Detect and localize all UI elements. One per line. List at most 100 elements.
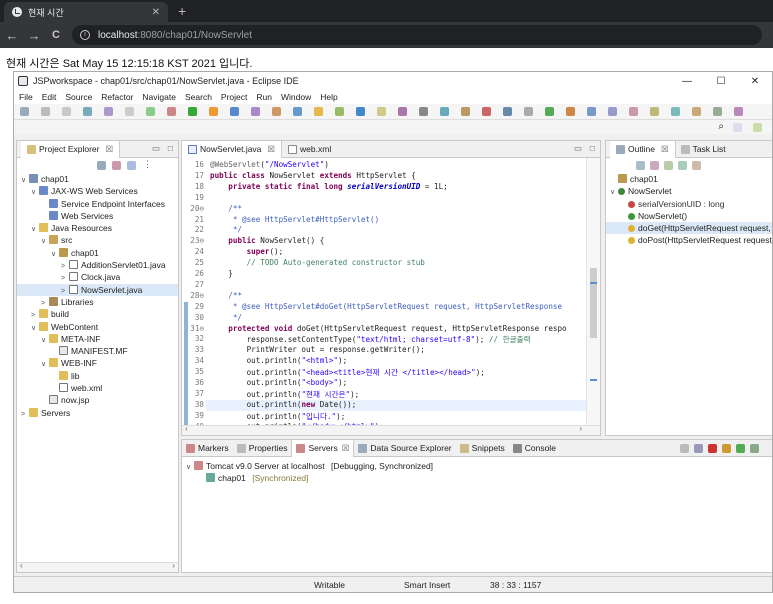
toolbar-icon[interactable]: [62, 107, 71, 116]
tree-item[interactable]: > build: [17, 308, 178, 320]
menu-project[interactable]: Project: [221, 92, 247, 102]
java-perspective-icon[interactable]: [753, 123, 762, 132]
menu-source[interactable]: Source: [65, 92, 92, 102]
server-action-icon[interactable]: [708, 444, 717, 453]
code-line[interactable]: /**: [210, 291, 242, 300]
tree-item[interactable]: web.xml: [17, 382, 178, 394]
toolbar-icon[interactable]: [104, 107, 113, 116]
code-line[interactable]: public NowServlet() {: [210, 236, 324, 245]
tab-snippets[interactable]: Snippets: [456, 440, 509, 457]
toolbar-icon[interactable]: [41, 107, 50, 116]
menu-run[interactable]: Run: [256, 92, 272, 102]
toolbar-icon[interactable]: [377, 107, 386, 116]
tree-item[interactable]: > Clock.java: [17, 271, 178, 283]
tree-item[interactable]: serialVersionUID : long: [606, 198, 772, 210]
tree-item[interactable]: > NowServlet.java: [17, 283, 178, 296]
toolbar-icon[interactable]: [356, 107, 365, 116]
perspective-icon[interactable]: [733, 123, 742, 132]
tree-item[interactable]: chap01: [606, 173, 772, 185]
menu-refactor[interactable]: Refactor: [101, 92, 133, 102]
menu-edit[interactable]: Edit: [42, 92, 57, 102]
new-tab-button[interactable]: +: [178, 3, 186, 19]
reload-icon[interactable]: C: [46, 29, 66, 41]
toolbar-icon[interactable]: [566, 107, 575, 116]
code-line[interactable]: PrintWriter out = response.getWriter();: [210, 345, 425, 354]
filter-icon[interactable]: [127, 161, 136, 170]
tab-close-icon[interactable]: ☒: [267, 144, 275, 155]
code-line[interactable]: @WebServlet("/NowServlet"): [210, 160, 329, 169]
code-line[interactable]: out.println("<body>");: [210, 378, 348, 387]
toolbar-icon[interactable]: [524, 107, 533, 116]
toolbar-icon[interactable]: [83, 107, 92, 116]
toolbar-icon[interactable]: [125, 107, 134, 116]
toolbar-icon[interactable]: [188, 107, 197, 116]
tab-task-list[interactable]: Task List: [676, 144, 731, 154]
minimize-button[interactable]: —: [670, 76, 704, 87]
collapse-all-icon[interactable]: [97, 161, 106, 170]
toolbar-icon[interactable]: [335, 107, 344, 116]
tree-item[interactable]: ∨ chap01: [17, 247, 178, 259]
toolbar-icon[interactable]: [398, 107, 407, 116]
tab-servers[interactable]: Servers ☒: [291, 439, 355, 457]
tab-markers[interactable]: Markers: [182, 440, 233, 457]
tree-item[interactable]: lib: [17, 370, 178, 382]
scroll-thumb[interactable]: [590, 268, 597, 338]
horizontal-scrollbar[interactable]: ‹ ›: [17, 561, 178, 572]
toolbar-icon[interactable]: [314, 107, 323, 116]
maximize-icon[interactable]: □: [590, 143, 595, 153]
tree-item[interactable]: ∨ WebContent: [17, 321, 178, 333]
maximize-icon[interactable]: □: [168, 143, 173, 153]
menu-window[interactable]: Window: [281, 92, 311, 102]
code-line[interactable]: * @see HttpServlet#doGet(HttpServletRequ…: [210, 302, 562, 311]
code-line[interactable]: response.setContentType("text/html; char…: [210, 334, 531, 345]
menu-search[interactable]: Search: [185, 92, 212, 102]
tree-item[interactable]: doGet(HttpServletRequest request, HttpS: [606, 222, 772, 235]
tree-item[interactable]: ∨ src: [17, 234, 178, 246]
hide-nonpublic-icon[interactable]: [678, 161, 687, 170]
tree-item[interactable]: doPost(HttpServletRequest request, Http: [606, 234, 772, 246]
code-line[interactable]: }: [210, 269, 233, 278]
code-line[interactable]: */: [210, 225, 242, 234]
tab-console[interactable]: Console: [509, 440, 560, 457]
code-line[interactable]: out.println("<html>");: [210, 356, 348, 365]
toolbar-icon[interactable]: [146, 107, 155, 116]
twisty-icon[interactable]: >: [21, 409, 29, 421]
tab-close-icon[interactable]: ☒: [105, 144, 113, 155]
horizontal-scrollbar[interactable]: ‹ ›: [182, 424, 600, 435]
toolbar-icon[interactable]: [503, 107, 512, 116]
tree-item[interactable]: Web Services: [17, 210, 178, 222]
toolbar-icon[interactable]: [671, 107, 680, 116]
code-line[interactable]: private static final long serialVersionU…: [210, 182, 447, 191]
toolbar-icon[interactable]: [20, 107, 29, 116]
code-line[interactable]: */: [210, 313, 242, 322]
server-action-icon[interactable]: [736, 444, 745, 453]
minimize-icon[interactable]: ▭: [574, 143, 582, 154]
code-line[interactable]: public class NowServlet extends HttpServ…: [210, 171, 416, 180]
menu-help[interactable]: Help: [320, 92, 337, 102]
hide-local-types-icon[interactable]: [692, 161, 701, 170]
tab-close-icon[interactable]: ☒: [342, 443, 350, 454]
minimize-icon[interactable]: ▭: [152, 143, 160, 154]
tree-item[interactable]: > Servers: [17, 407, 178, 419]
tab-data-source-explorer[interactable]: Data Source Explorer: [354, 440, 455, 457]
code-line[interactable]: super();: [210, 247, 284, 256]
code-line[interactable]: out.println("현재 시간은");: [210, 389, 360, 400]
tab-outline[interactable]: Outline ☒: [610, 140, 676, 158]
server-module-row[interactable]: chap01 [Synchronized]: [186, 472, 772, 484]
hide-static-icon[interactable]: [664, 161, 673, 170]
code-editor[interactable]: 16 @WebServlet("/NowServlet") 17 public cla…: [182, 158, 586, 425]
address-bar[interactable]: i localhost :8080/chap01/NowServlet: [72, 25, 762, 45]
tab-close-icon[interactable]: ☒: [661, 144, 669, 155]
tree-item[interactable]: ∨ Java Resources: [17, 222, 178, 234]
toolbar-icon[interactable]: [272, 107, 281, 116]
tree-item[interactable]: > Libraries: [17, 296, 178, 308]
code-line[interactable]: /**: [210, 204, 242, 213]
menu-navigate[interactable]: Navigate: [142, 92, 176, 102]
tree-item[interactable]: Service Endpoint Interfaces: [17, 198, 178, 210]
tab-nowservlet-java[interactable]: NowServlet.java ☒: [182, 140, 283, 158]
toolbar-icon[interactable]: [230, 107, 239, 116]
toolbar-icon[interactable]: [608, 107, 617, 116]
toolbar-icon[interactable]: [734, 107, 743, 116]
maximize-button[interactable]: ☐: [704, 76, 738, 87]
code-line[interactable]: out.println("<head><title>현재 시간 </title>…: [210, 367, 485, 378]
